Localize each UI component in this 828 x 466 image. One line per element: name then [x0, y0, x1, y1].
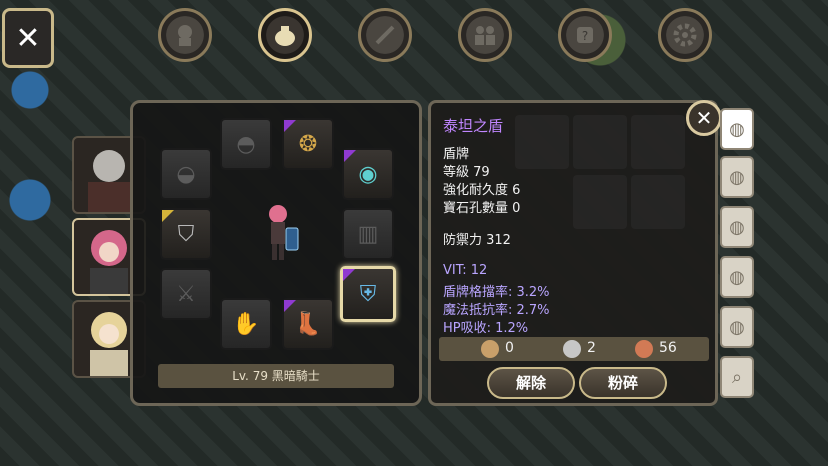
bag-tab-5[interactable]: ◍ [720, 306, 754, 348]
silver-amount: 2 [587, 340, 596, 356]
necklace-slot[interactable]: ❂ [282, 118, 334, 170]
item-level: 等級 79 [443, 165, 490, 180]
inventory-cell [573, 175, 627, 229]
item-info-panel: 泰坦之盾 盾牌 等級 79 強化耐久度 6 寶石孔數量 0 防禦力 312 VI… [428, 100, 718, 406]
item-type: 盾牌 [443, 147, 470, 162]
character-sprite [269, 205, 299, 260]
sword-slot-icon: ⚔ [176, 281, 196, 307]
close-button[interactable]: ✕ [2, 8, 54, 68]
gear-icon[interactable] [658, 8, 712, 62]
character-level-label: Lv. 79 黑暗騎士 [158, 364, 394, 388]
boots-icon: 👢 [294, 311, 322, 337]
copper-amount: 56 [659, 340, 677, 356]
bag-tab-2[interactable]: ◍ [720, 156, 754, 198]
sword-icon[interactable] [358, 8, 412, 62]
item-defense: 防禦力 312 [443, 233, 511, 248]
ring-slot[interactable]: ◉ [342, 148, 394, 200]
hat-icon: ◒ [176, 161, 196, 187]
bag-search-tab[interactable]: ⌕ [720, 356, 754, 398]
scroll-icon[interactable]: ? [558, 8, 612, 62]
inventory-cell [631, 175, 685, 229]
cloak-slot[interactable]: ▥ [342, 208, 394, 260]
necklace-icon: ❂ [298, 131, 318, 157]
unequip-button[interactable]: 解除 [487, 367, 575, 399]
inventory-cell [631, 115, 685, 169]
svg-text:?: ? [582, 29, 588, 43]
currency-bar: 0 2 56 [439, 337, 709, 361]
head-icon[interactable] [158, 8, 212, 62]
glove-icon: ✋ [232, 311, 260, 337]
glove-slot[interactable]: ✋ [220, 298, 272, 350]
boots-slot[interactable]: 👢 [282, 298, 334, 350]
inventory-cell [573, 115, 627, 169]
ring-icon: ◉ [358, 161, 378, 187]
item-durability: 強化耐久度 6 [443, 183, 521, 198]
item-sockets: 寶石孔數量 0 [443, 201, 521, 216]
silver-coin-icon [563, 340, 581, 358]
pouch-icon: ◍ [729, 316, 745, 338]
shield-slot[interactable]: ⛨ [340, 266, 396, 322]
shield-icon: ⛨ [359, 281, 377, 307]
pouch-icon[interactable] [258, 8, 312, 62]
smash-button[interactable]: 粉碎 [579, 367, 667, 399]
item-stat: 盾牌格擋率: 3.2% [443, 285, 550, 300]
pouch-icon: ◍ [729, 166, 745, 188]
gold-amount: 0 [505, 340, 514, 356]
bag-tab-1[interactable]: ◍ [720, 108, 754, 150]
inventory-cell [515, 115, 569, 169]
item-stat: HP吸收: 1.2% [443, 321, 529, 336]
pouch-icon: ◍ [729, 266, 745, 288]
item-name: 泰坦之盾 [443, 117, 504, 135]
armor-icon: ⛉ [177, 221, 195, 247]
item-stat: VIT: 12 [443, 263, 488, 278]
bag-tab-4[interactable]: ◍ [720, 256, 754, 298]
helmet-slot[interactable]: ◓ [220, 118, 272, 170]
top-navigation: ✕ ? [0, 0, 828, 70]
weapon-slot[interactable]: ⚔ [160, 268, 212, 320]
close-info-button[interactable]: ✕ [686, 100, 722, 136]
copper-coin-icon [635, 340, 653, 358]
search-icon: ⌕ [731, 366, 743, 388]
gold-coin-icon [481, 340, 499, 358]
pouch-icon: ◍ [729, 118, 745, 140]
hat-slot[interactable]: ◒ [160, 148, 212, 200]
bag-tab-3[interactable]: ◍ [720, 206, 754, 248]
helmet-icon: ◓ [236, 131, 256, 157]
pouch-icon: ◍ [729, 216, 745, 238]
cloak-icon: ▥ [357, 221, 379, 247]
armor-slot[interactable]: ⛉ [160, 208, 212, 260]
item-stat: 魔法抵抗率: 2.7% [443, 303, 550, 318]
people-icon[interactable] [458, 8, 512, 62]
